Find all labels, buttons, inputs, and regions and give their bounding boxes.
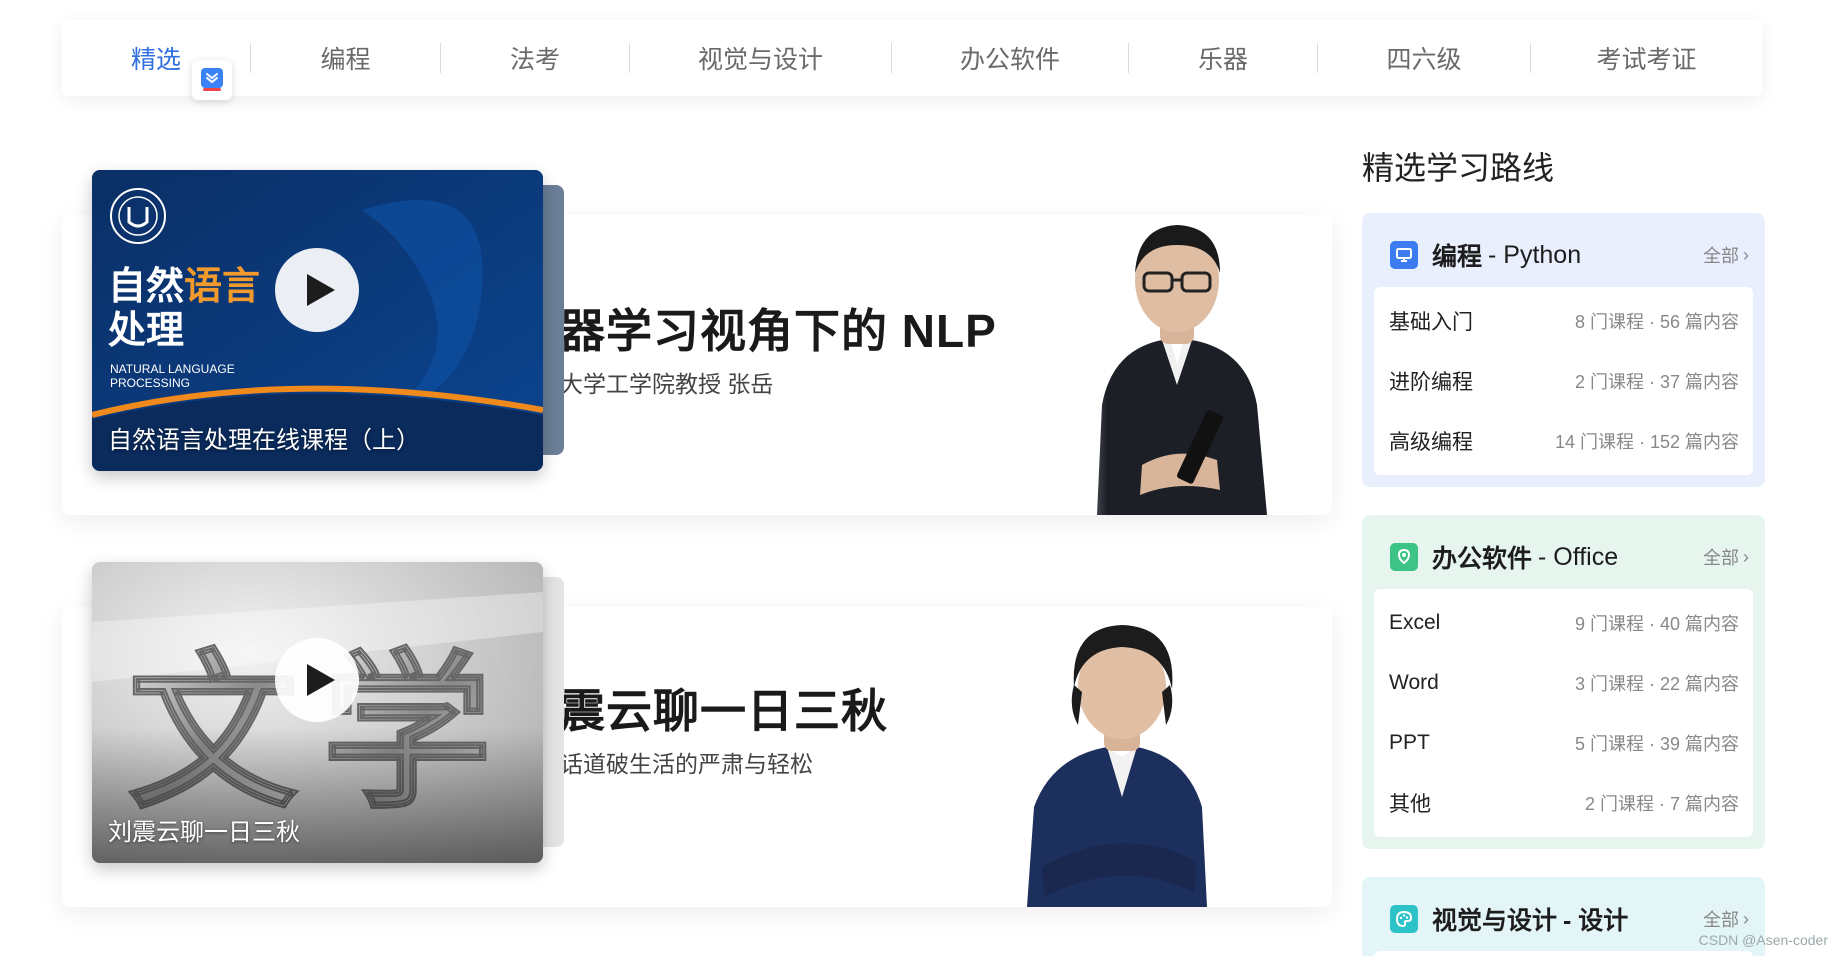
nav-label: 法考: [509, 46, 560, 74]
route-header: 视觉与设计 - 设计 全部 ›: [1374, 887, 1753, 951]
nav-item-cet[interactable]: 四六级: [1318, 20, 1530, 96]
route-header: 办公软件 - Office 全部 ›: [1374, 525, 1753, 589]
teacher-portrait: [1027, 625, 1207, 907]
cover-title: 刘震云聊一日三秋: [108, 819, 300, 846]
route-item-name: 高级编程: [1389, 431, 1473, 454]
nav-label: 四六级: [1386, 46, 1462, 74]
nav-label: 考试考证: [1596, 46, 1697, 74]
nav-item-certificates[interactable]: 考试考证: [1531, 20, 1762, 96]
route-list-item[interactable]: 高级编程 14 门课程 · 152 篇内容: [1374, 411, 1753, 471]
play-icon: [307, 664, 335, 696]
chevron-right-icon: ›: [1743, 546, 1749, 567]
course-cover[interactable]: 文 学 刘震云聊一日三秋: [92, 562, 543, 863]
route-item-name: PPT: [1389, 731, 1430, 754]
view-all-label: 全部: [1703, 910, 1739, 930]
view-all-link[interactable]: 全部 ›: [1703, 906, 1749, 932]
chevron-right-icon: ›: [1743, 244, 1749, 265]
route-item-meta: 9 门课程 · 40 篇内容: [1574, 614, 1739, 634]
route-card-python: 编程 - Python 全部 › 基础入门 8 门课程 · 56 篇内容 进阶编程 2…: [1362, 213, 1765, 487]
route-name: 视觉与设计: [1432, 907, 1558, 935]
view-all-link[interactable]: 全部 ›: [1703, 544, 1749, 570]
view-all-link[interactable]: 全部 ›: [1703, 242, 1749, 268]
route-item-meta: 5 门课程 · 39 篇内容: [1574, 734, 1739, 754]
route-english-name: - Python: [1488, 240, 1582, 269]
cover-english-line: PROCESSING: [110, 376, 191, 390]
nav-label: 编程: [320, 46, 371, 74]
route-item-name: Excel: [1389, 611, 1441, 634]
route-item-meta: 8 门课程 · 56 篇内容: [1574, 312, 1739, 332]
cover-heading-part: 处理: [108, 310, 185, 352]
nav-label: 乐器: [1197, 46, 1248, 74]
route-name: 办公软件: [1432, 545, 1533, 573]
cover-english-line: NATURAL LANGUAGE: [110, 362, 235, 376]
cover-heading-highlight: 语言: [184, 266, 261, 308]
route-item-name: 其他: [1389, 793, 1431, 816]
route-list: 基础入门 8 门课程 · 56 篇内容 进阶编程 2 门课程 · 37 篇内容 高级…: [1374, 287, 1753, 475]
course-title[interactable]: 刘震云聊一日三秋: [512, 675, 888, 741]
nav-label: 视觉与设计: [697, 46, 823, 74]
play-button[interactable]: [275, 248, 359, 332]
play-icon: [307, 274, 335, 306]
course-title[interactable]: 机器学习视角下的 NLP: [512, 295, 997, 361]
route-list-item[interactable]: Excel 9 门课程 · 40 篇内容: [1374, 593, 1753, 653]
route-list-item[interactable]: 其他 2 门课程 · 7 篇内容: [1374, 773, 1753, 833]
nav-label: 办公软件: [959, 46, 1060, 74]
route-item-name: 进阶编程: [1389, 371, 1473, 394]
route-item-meta: 14 门课程 · 152 篇内容: [1554, 432, 1739, 452]
route-item-meta: 2 门课程 · 7 篇内容: [1584, 794, 1739, 814]
chevron-right-icon: ›: [1743, 908, 1749, 929]
nav-item-programming[interactable]: 编程: [251, 20, 440, 96]
route-card-office: 办公软件 - Office 全部 › Excel 9 门课程 · 40 篇内容 Wo…: [1362, 515, 1765, 849]
route-english-name: - 设计: [1563, 907, 1629, 935]
teacher-portrait: [1042, 215, 1302, 515]
view-all-label: 全部: [1703, 548, 1739, 568]
route-item-name: Word: [1389, 671, 1439, 694]
cover-english-caption: NATURAL LANGUAGE PROCESSING: [110, 362, 235, 390]
route-name: 编程: [1432, 243, 1483, 271]
route-list: [1374, 951, 1753, 956]
route-english-name: - Office: [1538, 542, 1619, 571]
learning-paths-title: 精选学习路线: [1362, 150, 1555, 186]
cover-heading: 自然语言 处理: [108, 265, 260, 353]
route-item-meta: 2 门课程 · 37 篇内容: [1574, 372, 1739, 392]
route-list-item[interactable]: 基础入门 8 门课程 · 56 篇内容: [1374, 291, 1753, 351]
route-list: Excel 9 门课程 · 40 篇内容 Word 3 门课程 · 22 篇内容 P…: [1374, 589, 1753, 837]
route-item-name: 基础入门: [1389, 311, 1473, 334]
play-button[interactable]: [275, 638, 359, 722]
nav-item-office[interactable]: 办公软件: [892, 20, 1128, 96]
cover-heading-part: 自然: [108, 266, 185, 308]
category-nav: 精选 编程 法考 视觉与设计 办公软件 乐器 四六级 考试考证: [62, 20, 1762, 100]
nav-item-instruments[interactable]: 乐器: [1129, 20, 1317, 96]
route-list-item[interactable]: PPT 5 门课程 · 39 篇内容: [1374, 713, 1753, 773]
nav-item-design[interactable]: 视觉与设计: [630, 20, 891, 96]
cover-title: 自然语言处理在线课程（上）: [108, 427, 420, 454]
app-badge-icon[interactable]: [192, 60, 232, 100]
route-list-item[interactable]: Word 3 门课程 · 22 篇内容: [1374, 653, 1753, 713]
view-all-label: 全部: [1703, 246, 1739, 266]
course-card[interactable]: 机器学习视角下的 NLP 西湖大学工学院教授 张岳 自然语言 处理 NATURA…: [62, 170, 1332, 515]
course-cover[interactable]: 自然语言 处理 NATURAL LANGUAGE PROCESSING 自然语言…: [92, 170, 543, 471]
nav-label: 精选: [130, 46, 181, 74]
watermark: CSDN @Asen-coder: [1698, 932, 1828, 948]
route-item-meta: 3 门课程 · 22 篇内容: [1574, 674, 1739, 694]
palette-icon: [1390, 905, 1418, 933]
nav-item-law-exam[interactable]: 法考: [441, 20, 629, 96]
course-card[interactable]: 刘震云聊一日三秋 用笑话道破生活的严肃与轻松 文 学 刘震云聊一日三秋: [62, 562, 1332, 907]
route-list-item[interactable]: 进阶编程 2 门课程 · 37 篇内容: [1374, 351, 1753, 411]
monitor-icon: [1390, 241, 1418, 269]
pin-icon: [1390, 543, 1418, 571]
route-header: 编程 - Python 全部 ›: [1374, 223, 1753, 287]
